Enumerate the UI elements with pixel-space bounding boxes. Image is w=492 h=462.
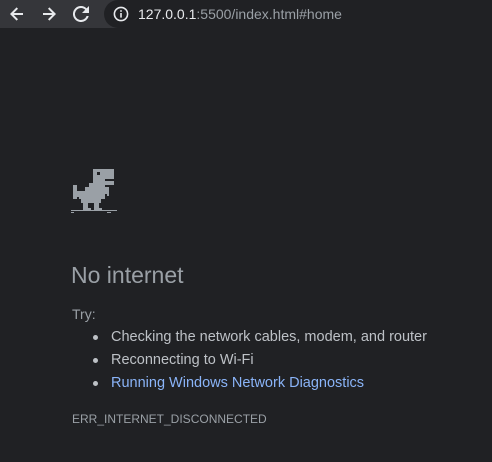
list-item: Reconnecting to Wi-Fi	[92, 352, 427, 375]
forward-button[interactable]	[36, 1, 62, 27]
error-code: ERR_INTERNET_DISCONNECTED	[72, 412, 267, 426]
bullet	[93, 335, 98, 340]
suggestion-text: Checking the network cables, modem, and …	[111, 329, 427, 345]
try-label: Try:	[72, 306, 96, 322]
info-icon[interactable]	[113, 6, 129, 22]
url-text[interactable]: 127.0.0.1:5500/index.html#home	[138, 6, 342, 22]
network-diagnostics-link[interactable]: Running Windows Network Diagnostics	[92, 375, 427, 398]
address-bar[interactable]: 127.0.0.1:5500/index.html#home	[104, 0, 492, 28]
diagnostics-link-text[interactable]: Running Windows Network Diagnostics	[111, 375, 364, 391]
reload-icon	[73, 6, 89, 22]
suggestion-text: Reconnecting to Wi-Fi	[111, 352, 254, 368]
back-arrow-icon	[10, 7, 23, 21]
browser-toolbar: 127.0.0.1:5500/index.html#home	[0, 0, 492, 28]
reload-button[interactable]	[68, 1, 94, 27]
bullet	[93, 381, 98, 386]
url-path: :5500/index.html#home	[196, 6, 342, 22]
suggestion-list: Checking the network cables, modem, and …	[92, 329, 427, 398]
dinosaur-icon	[71, 169, 117, 213]
url-host: 127.0.0.1	[138, 6, 197, 22]
forward-arrow-icon	[43, 7, 56, 21]
page-title: No internet	[71, 262, 184, 288]
list-item: Checking the network cables, modem, and …	[92, 329, 427, 352]
bullet	[93, 358, 98, 363]
back-button[interactable]	[4, 1, 30, 27]
